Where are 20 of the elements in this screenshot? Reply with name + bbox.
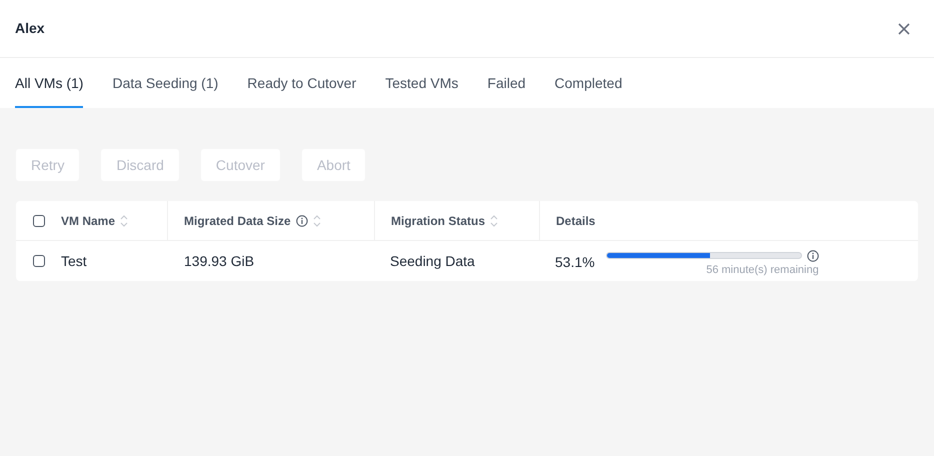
info-icon — [806, 250, 819, 262]
table-cell: 139.93 GiB — [184, 252, 254, 268]
table-cell: Test — [61, 252, 87, 268]
table-cell: Seeding Data — [390, 252, 475, 268]
checkbox[interactable] — [33, 214, 45, 226]
column-header: Details — [556, 212, 596, 230]
tab[interactable]: Completed — [554, 58, 622, 108]
column-header: Migration Status — [391, 212, 486, 230]
column-header: Migrated Data Size — [184, 212, 291, 230]
dialog-title: Alex — [15, 19, 45, 38]
tab[interactable]: Failed — [487, 58, 526, 108]
time-remaining: 56 minute(s) remaining — [706, 262, 819, 278]
checkbox[interactable] — [33, 255, 45, 267]
column-header: VM Name — [61, 212, 116, 230]
tab[interactable]: Ready to Cutover — [247, 58, 356, 108]
progress-percent: 53.1% — [555, 252, 595, 272]
tab[interactable]: Tested VMs — [385, 58, 458, 108]
tab[interactable]: Data Seeding (1) — [112, 58, 218, 108]
close-icon[interactable] — [898, 22, 910, 34]
tab[interactable]: All VMs (1) — [15, 58, 84, 108]
